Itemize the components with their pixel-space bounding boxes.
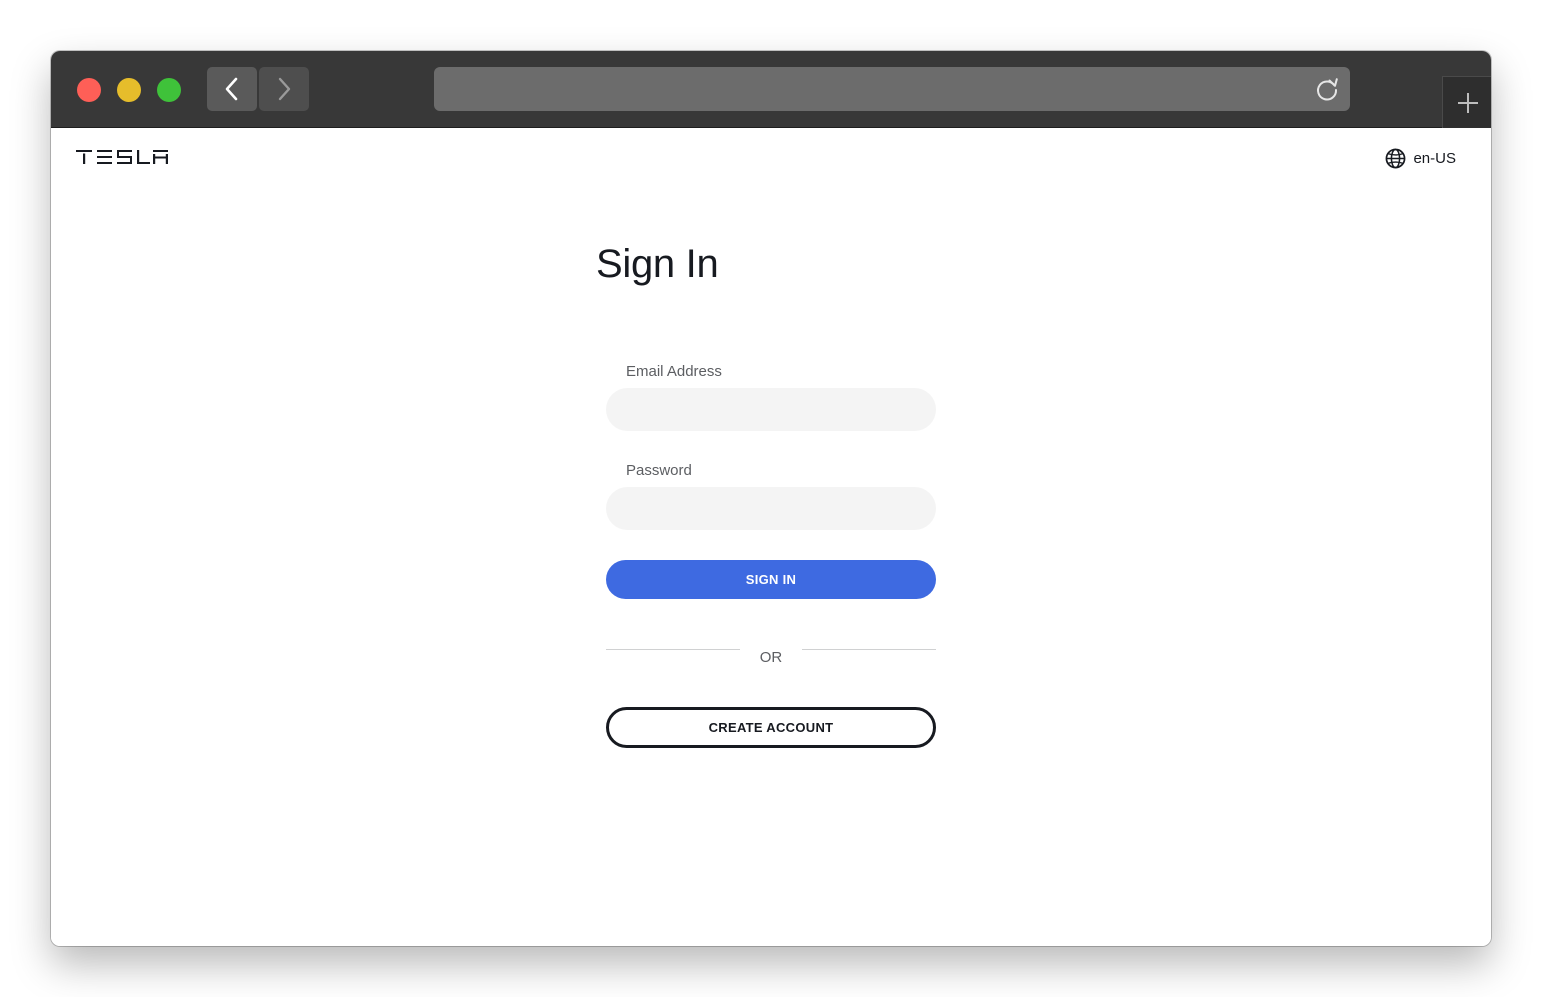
- plus-icon: [1457, 92, 1478, 113]
- page-content: en-US Sign In Email Address Password SIG…: [51, 128, 1491, 946]
- browser-toolbar: [51, 51, 1491, 128]
- page-title: Sign In: [596, 242, 719, 286]
- create-account-button[interactable]: CREATE ACCOUNT: [606, 707, 936, 748]
- tesla-wordmark-icon: [76, 150, 168, 164]
- chevron-right-icon: [278, 77, 291, 101]
- forward-button[interactable]: [259, 67, 309, 111]
- minimize-window-button[interactable]: [117, 78, 141, 102]
- divider-line-right: [802, 649, 936, 650]
- password-label: Password: [626, 462, 692, 479]
- email-label: Email Address: [626, 363, 722, 380]
- browser-window: en-US Sign In Email Address Password SIG…: [51, 51, 1491, 946]
- divider-text: OR: [759, 649, 783, 666]
- divider-line-left: [606, 649, 740, 650]
- locale-selector[interactable]: en-US: [1385, 148, 1456, 168]
- reload-button[interactable]: [1314, 76, 1340, 102]
- email-field[interactable]: [606, 388, 936, 431]
- reload-icon: [1317, 78, 1338, 101]
- address-bar[interactable]: [434, 67, 1350, 111]
- password-field[interactable]: [606, 487, 936, 530]
- maximize-window-button[interactable]: [157, 78, 181, 102]
- locale-label: en-US: [1413, 149, 1456, 167]
- new-tab-button[interactable]: [1442, 76, 1491, 128]
- globe-icon: [1386, 148, 1406, 168]
- back-button[interactable]: [207, 67, 257, 111]
- tesla-logo[interactable]: [76, 150, 168, 164]
- sign-in-button[interactable]: SIGN IN: [606, 560, 936, 599]
- chevron-left-icon: [225, 77, 238, 101]
- close-window-button[interactable]: [77, 78, 101, 102]
